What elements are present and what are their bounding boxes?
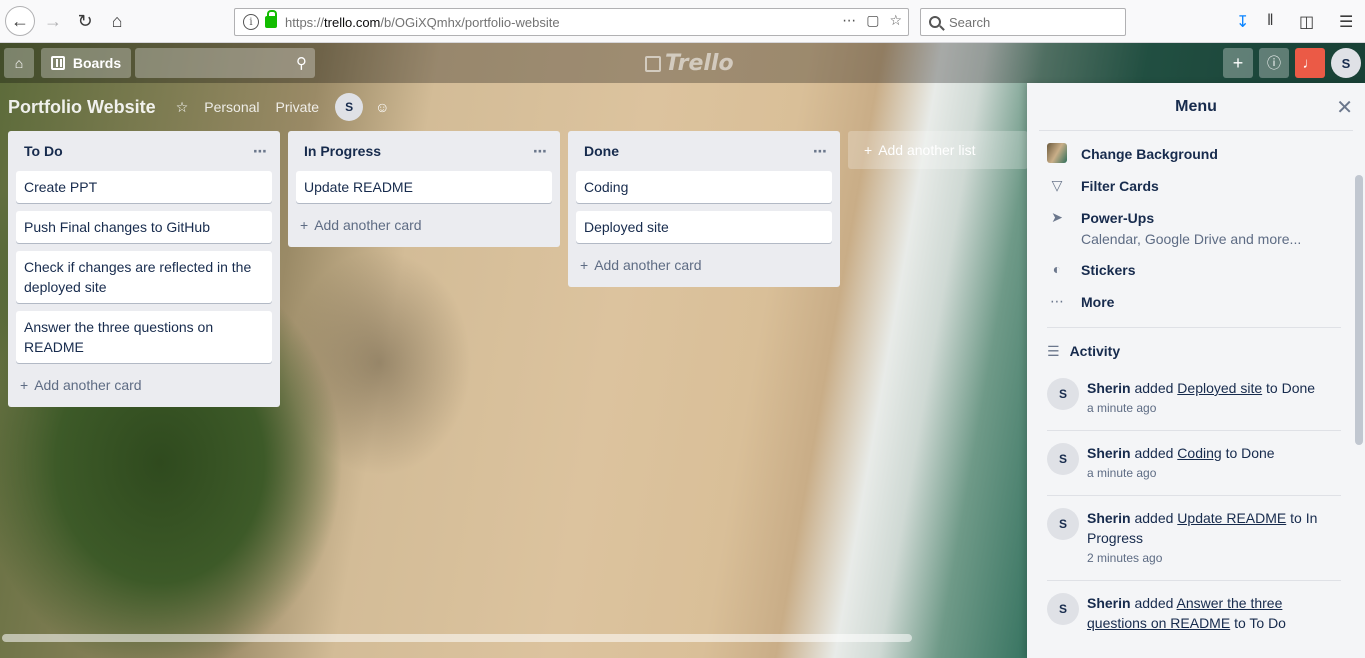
page-actions-icon[interactable]: ⋯ [842, 12, 856, 29]
menu-item-power-ups[interactable]: ➤ Power-Ups Calendar, Google Drive and m… [1047, 207, 1341, 249]
hamburger-menu-icon[interactable]: ☰ [1339, 12, 1353, 32]
card[interactable]: Answer the three questions on README [16, 311, 272, 363]
header-search-input[interactable]: ⚲ [135, 48, 315, 78]
card[interactable]: Coding [576, 171, 832, 203]
forward-button[interactable]: → [38, 6, 68, 36]
background-thumb-icon [1047, 143, 1067, 163]
card[interactable]: Deployed site [576, 211, 832, 243]
search-icon: ⚲ [296, 55, 307, 72]
activity-header: ☰ Activity [1047, 342, 1121, 360]
download-icon[interactable]: ↧ [1236, 12, 1249, 32]
list-to-do: To Do ⋯ Create PPT Push Final changes to… [8, 131, 280, 407]
activity-item: S Sherin added Answer the three question… [1047, 593, 1341, 645]
list-done: Done ⋯ Coding Deployed site + Add another… [568, 131, 840, 287]
boards-icon [50, 56, 65, 70]
card[interactable]: Create PPT [16, 171, 272, 203]
visibility-button[interactable]: Private [276, 99, 320, 115]
list-title[interactable]: Done [584, 143, 619, 159]
member-avatar[interactable]: S [335, 93, 364, 121]
board-title[interactable]: Portfolio Website [8, 97, 156, 118]
menu-item-change-background[interactable]: Change Background [1047, 143, 1341, 165]
board-header: Portfolio Website ☆ Personal Private S ☺ [8, 91, 389, 123]
home-button[interactable]: ⌂ [102, 6, 132, 36]
avatar[interactable]: S [1047, 378, 1079, 410]
activity-time[interactable]: 2 minutes ago [1087, 548, 1341, 568]
list-title[interactable]: In Progress [304, 143, 381, 159]
board-canvas: ⌂ Boards ⚲ Trello + ⓘ ♩ S Portfolio Webs… [0, 43, 1365, 658]
activity-item: S Sherin added Update README to In Progr… [1047, 508, 1341, 581]
list-menu-icon[interactable]: ⋯ [533, 143, 548, 160]
sticker-icon: ◐ [1052, 261, 1062, 277]
add-card-button[interactable]: + Add another card [296, 211, 552, 239]
close-icon[interactable]: ✕ [1336, 95, 1353, 120]
horizontal-scrollbar[interactable] [2, 634, 912, 642]
card[interactable]: Check if changes are reflected in the de… [16, 251, 272, 303]
avatar[interactable]: S [1047, 508, 1079, 540]
divider [1047, 327, 1341, 328]
add-card-button[interactable]: + Add another card [16, 371, 272, 399]
plus-icon: + [20, 377, 29, 393]
browser-toolbar: ← → ↻ ⌂ i https://trello.com/b/OGiXQmhx/… [0, 0, 1365, 43]
list-title[interactable]: To Do [24, 143, 63, 159]
list-menu-icon[interactable]: ⋯ [253, 143, 268, 160]
avatar[interactable]: S [1047, 593, 1079, 625]
activity-list-icon: ☰ [1047, 342, 1060, 359]
home-icon[interactable]: ⌂ [4, 48, 34, 78]
activity-time[interactable]: a minute ago [1087, 463, 1275, 483]
search-icon [929, 16, 941, 28]
trello-header: ⌂ Boards ⚲ Trello + ⓘ ♩ S [0, 43, 1365, 83]
info-icon[interactable]: ⓘ [1259, 48, 1289, 78]
more-icon: ⋯ [1050, 292, 1064, 309]
back-button[interactable]: ← [5, 6, 35, 36]
plus-icon: + [580, 257, 589, 273]
menu-scrollbar[interactable] [1355, 175, 1363, 445]
bookmark-star-icon[interactable]: ☆ [889, 12, 902, 29]
sidebar-icon[interactable]: ◫ [1299, 12, 1314, 32]
star-icon[interactable]: ☆ [176, 99, 189, 116]
lock-icon [265, 10, 277, 28]
activity-card-link[interactable]: Coding [1177, 445, 1221, 461]
plus-icon: + [864, 142, 873, 158]
avatar[interactable]: S [1047, 443, 1079, 475]
add-list-button[interactable]: + Add another list [848, 131, 1028, 169]
list-in-progress: In Progress ⋯ Update README + Add another… [288, 131, 560, 247]
activity-item: S Sherin added Coding to Done a minute a… [1047, 443, 1341, 496]
card[interactable]: Update README [296, 171, 552, 203]
library-icon[interactable]: ‖ [1267, 12, 1274, 30]
team-button[interactable]: Personal [204, 99, 259, 115]
trello-logo[interactable]: Trello [645, 51, 734, 76]
notifications-bell-icon[interactable]: ♩ [1295, 48, 1325, 78]
site-info-icon[interactable]: i [243, 14, 259, 30]
menu-item-stickers[interactable]: ◐ Stickers [1047, 259, 1341, 281]
list-menu-icon[interactable]: ⋯ [813, 143, 828, 160]
activity-card-link[interactable]: Deployed site [1177, 380, 1262, 396]
menu-title: Menu [1175, 97, 1217, 115]
plus-icon: + [300, 217, 309, 233]
board-menu-panel: Menu ✕ Change Background ▽ Filter Cards … [1027, 83, 1365, 658]
activity-item: S Sherin added Deployed site to Done a m… [1047, 378, 1341, 431]
filter-icon: ▽ [1051, 176, 1063, 193]
menu-item-filter-cards[interactable]: ▽ Filter Cards [1047, 175, 1341, 197]
boards-button[interactable]: Boards [41, 48, 131, 78]
pocket-icon[interactable]: ▢ [866, 12, 879, 29]
url-text: https://trello.com/b/OGiXQmhx/portfolio-… [285, 14, 560, 30]
activity-time[interactable]: a minute ago [1087, 398, 1315, 418]
create-button[interactable]: + [1223, 48, 1253, 78]
rocket-icon: ➤ [1051, 208, 1063, 225]
invite-icon[interactable]: ☺ [375, 99, 389, 115]
trello-logo-icon [645, 55, 661, 72]
user-avatar[interactable]: S [1331, 48, 1361, 78]
menu-item-more[interactable]: ⋯ More [1047, 291, 1341, 313]
browser-search-input[interactable]: Search [920, 8, 1126, 36]
reload-button[interactable]: ↻ [70, 6, 100, 36]
add-card-button[interactable]: + Add another card [576, 251, 832, 279]
activity-card-link[interactable]: Update README [1177, 510, 1286, 526]
url-bar[interactable]: i https://trello.com/b/OGiXQmhx/portfoli… [234, 8, 909, 36]
card[interactable]: Push Final changes to GitHub [16, 211, 272, 243]
